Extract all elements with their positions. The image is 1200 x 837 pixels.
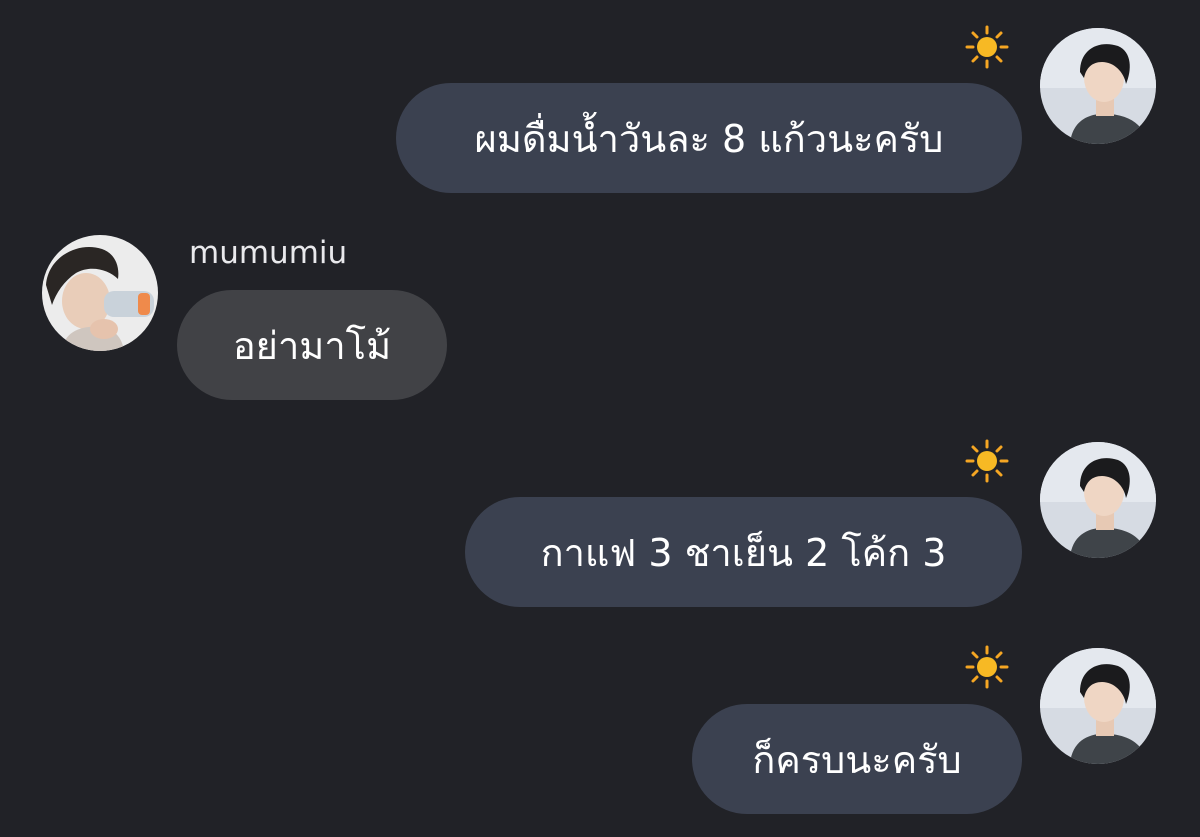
message-bubble-incoming[interactable]: อย่ามาโม้ [177, 290, 447, 400]
message-text: กาแฟ 3 ชาเย็น 2 โค้ก 3 [540, 530, 947, 575]
message-text: ก็ครบนะครับ [752, 737, 962, 782]
sender-name: mumumiu [189, 235, 348, 271]
sun-emoji-icon [965, 25, 1009, 69]
message-bubble-outgoing[interactable]: กาแฟ 3 ชาเย็น 2 โค้ก 3 [465, 497, 1022, 607]
avatar-self[interactable] [1040, 28, 1156, 144]
avatar-self[interactable] [1040, 648, 1156, 764]
chat-thread: ผมดื่มน้ำวันละ 8 แก้วนะครับ mumumiu อย่า… [0, 0, 1200, 837]
avatar-mumumiu[interactable] [42, 235, 158, 351]
message-bubble-outgoing[interactable]: ก็ครบนะครับ [692, 704, 1022, 814]
message-text: อย่ามาโม้ [232, 323, 392, 368]
avatar-self[interactable] [1040, 442, 1156, 558]
message-bubble-outgoing[interactable]: ผมดื่มน้ำวันละ 8 แก้วนะครับ [396, 83, 1022, 193]
sun-emoji-icon [965, 645, 1009, 689]
sun-emoji-icon [965, 439, 1009, 483]
message-text: ผมดื่มน้ำวันละ 8 แก้วนะครับ [474, 116, 944, 161]
